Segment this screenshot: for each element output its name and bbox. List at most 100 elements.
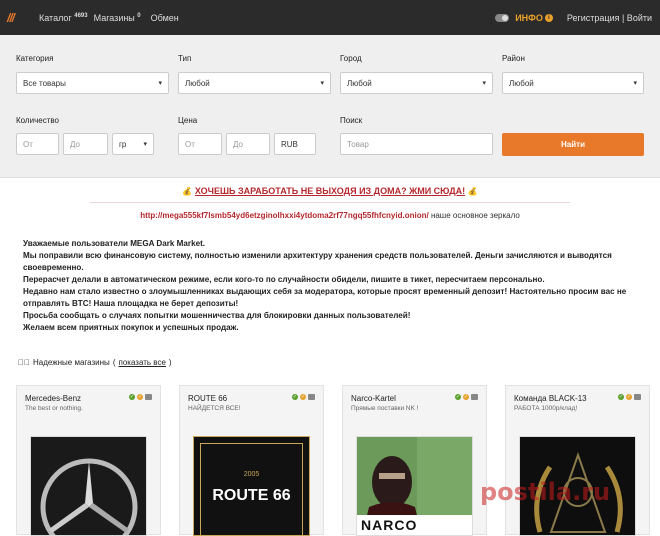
- shop-card[interactable]: ROUTE 66 НАЙДЕТСЯ ВСЕ! ✓ ✓ 2005 ROUTE 66: [179, 385, 324, 536]
- theme-toggle[interactable]: [495, 13, 510, 22]
- trusted-icon: ✓: [300, 394, 306, 400]
- nav-catalog-label: Каталог: [39, 12, 72, 23]
- chevron-down-icon: ▾: [158, 80, 162, 87]
- qty-unit-value: гр: [119, 139, 127, 149]
- info-icon: i: [544, 13, 553, 22]
- quantity-label: Количество: [16, 116, 59, 125]
- price-label: Цена: [178, 116, 198, 125]
- verified-icon: ✓: [129, 394, 135, 400]
- district-select[interactable]: Любой ▾: [502, 72, 644, 94]
- qty-to-input[interactable]: До: [63, 133, 108, 155]
- shop-name: Команда BLACK-13: [514, 394, 587, 403]
- shop-logo-mercedes: [30, 436, 147, 536]
- logo-year: 2005: [243, 471, 260, 478]
- main-content: 💰 ХОЧЕШЬ ЗАРАБОТАТЬ НЕ ВЫХОДЯ ИЗ ДОМА? Ж…: [0, 178, 660, 367]
- nav-info[interactable]: ИНФО i: [515, 13, 553, 23]
- city-select[interactable]: Любой ▾: [340, 72, 493, 94]
- shop-name: Narco-Kartel: [351, 394, 396, 403]
- notice-line: Уважаемые пользователи MEGA Dark Market.: [23, 239, 206, 248]
- mirror-line: http://mega555kf7lsmb54yd6etzginolhxxi4y…: [0, 211, 660, 220]
- notice-line: Недавно нам стало известно о злоумышленн…: [23, 287, 627, 308]
- shop-logo-route66: 2005 ROUTE 66: [193, 436, 310, 536]
- shop-name: ROUTE 66: [188, 394, 228, 403]
- chevron-down-icon: ▾: [320, 80, 324, 87]
- notice-line: Мы поправили всю финансовую систему, пол…: [23, 251, 612, 272]
- verified-icon: ✓: [455, 394, 461, 400]
- type-select[interactable]: Любой ▾: [178, 72, 331, 94]
- chevron-down-icon: ▾: [143, 141, 147, 148]
- message-icon[interactable]: [308, 394, 315, 400]
- type-value: Любой: [185, 78, 210, 88]
- shop-badges: ✓ ✓: [455, 394, 478, 400]
- trusted-shops-header: ✓⃝ Надежные магазины (показать все): [18, 358, 172, 367]
- top-navbar: /// Каталог 4693 Магазины 0 Обмен ИНФО i …: [0, 0, 660, 35]
- money-bag-icon: 💰: [467, 187, 478, 196]
- qty-from-input[interactable]: От: [16, 133, 59, 155]
- logo-text: NARCO: [361, 517, 418, 533]
- nav-info-label: ИНФО: [515, 12, 543, 23]
- shop-tagline: НАЙДЕТСЯ ВСЕ!: [188, 405, 241, 412]
- price-currency-select[interactable]: RUB: [274, 133, 316, 155]
- message-icon[interactable]: [634, 394, 641, 400]
- mirror-link[interactable]: http://mega555kf7lsmb54yd6etzginolhxxi4y…: [140, 211, 429, 220]
- show-all-link[interactable]: показать все: [118, 358, 165, 367]
- mirror-note: наше основное зеркало: [430, 211, 520, 220]
- notice-line: Просьба сообщать о случаях попытки мошен…: [23, 311, 411, 320]
- message-icon[interactable]: [145, 394, 152, 400]
- type-label: Тип: [178, 54, 192, 63]
- auth-links[interactable]: Регистрация | Войти: [567, 13, 652, 23]
- nav-catalog[interactable]: Каталог 4693: [39, 13, 88, 23]
- chevron-down-icon: ▾: [482, 80, 486, 87]
- promo-banner[interactable]: 💰 ХОЧЕШЬ ЗАРАБОТАТЬ НЕ ВЫХОДЯ ИЗ ДОМА? Ж…: [0, 186, 660, 196]
- district-value: Любой: [509, 78, 534, 88]
- city-label: Город: [340, 54, 362, 63]
- nav-shops-label: Магазины: [93, 12, 135, 23]
- price-from-input[interactable]: От: [178, 133, 222, 155]
- trusted-icon: ✓: [626, 394, 632, 400]
- site-logo[interactable]: ///: [7, 11, 33, 25]
- category-value: Все товары: [23, 78, 66, 88]
- shop-name: Mercedes-Benz: [25, 394, 82, 403]
- check-circle-icon: ✓⃝: [18, 358, 30, 367]
- trusted-label: Надежные магазины: [33, 358, 110, 367]
- filter-panel: Категория Все товары ▾ Тип Любой ▾ Город Л…: [0, 35, 660, 178]
- trusted-icon: ✓: [137, 394, 143, 400]
- shop-cards: Mercedes-Benz The best or nothing. ✓ ✓ RO…: [16, 385, 650, 536]
- nav-shops-count: 0: [137, 12, 141, 19]
- city-value: Любой: [347, 78, 372, 88]
- shop-badges: ✓ ✓: [292, 394, 315, 400]
- watermark: postila.ru: [480, 478, 611, 506]
- category-select[interactable]: Все товары ▾: [16, 72, 169, 94]
- shop-tagline: РАБОТА 1000р/клад!: [514, 405, 578, 412]
- announcement: Уважаемые пользователи MEGA Dark Market.…: [23, 238, 643, 334]
- shop-tagline: Прямые поставки NK !: [351, 405, 419, 412]
- shop-card[interactable]: Narco-Kartel Прямые поставки NK ! ✓ ✓ NAR…: [342, 385, 487, 536]
- find-button[interactable]: Найти: [502, 133, 644, 156]
- nav-exchange[interactable]: Обмен: [151, 13, 179, 23]
- verified-icon: ✓: [618, 394, 624, 400]
- shop-tagline: The best or nothing.: [25, 405, 83, 412]
- price-to-input[interactable]: До: [226, 133, 270, 155]
- notice-line: Перерасчет делали в автоматическом режим…: [23, 275, 545, 284]
- shop-card[interactable]: Mercedes-Benz The best or nothing. ✓ ✓: [16, 385, 161, 536]
- verified-icon: ✓: [292, 394, 298, 400]
- shop-card[interactable]: Команда BLACK-13 РАБОТА 1000р/клад! ✓ ✓: [505, 385, 650, 536]
- category-label: Категория: [16, 54, 54, 63]
- message-icon[interactable]: [471, 394, 478, 400]
- notice-line: Желаем всем приятных покупок и успешных …: [23, 323, 239, 332]
- divider: [90, 202, 570, 203]
- qty-unit-select[interactable]: гр ▾: [112, 133, 154, 155]
- chevron-down-icon: ▾: [633, 80, 637, 87]
- logo-text: ROUTE 66: [212, 487, 291, 504]
- nav-catalog-count: 4693: [74, 12, 88, 19]
- money-bag-icon: 💰: [182, 187, 193, 196]
- search-input[interactable]: Товар: [340, 133, 493, 155]
- nav-shops[interactable]: Магазины 0: [94, 13, 141, 23]
- search-label: Поиск: [340, 116, 363, 125]
- mercedes-star-icon: [31, 437, 146, 535]
- shop-badges: ✓ ✓: [129, 394, 152, 400]
- district-label: Район: [502, 54, 525, 63]
- nav-right: ИНФО i Регистрация | Войти: [495, 13, 652, 23]
- shop-badges: ✓ ✓: [618, 394, 641, 400]
- promo-text: ХОЧЕШЬ ЗАРАБОТАТЬ НЕ ВЫХОДЯ ИЗ ДОМА? ЖМИ…: [194, 186, 466, 196]
